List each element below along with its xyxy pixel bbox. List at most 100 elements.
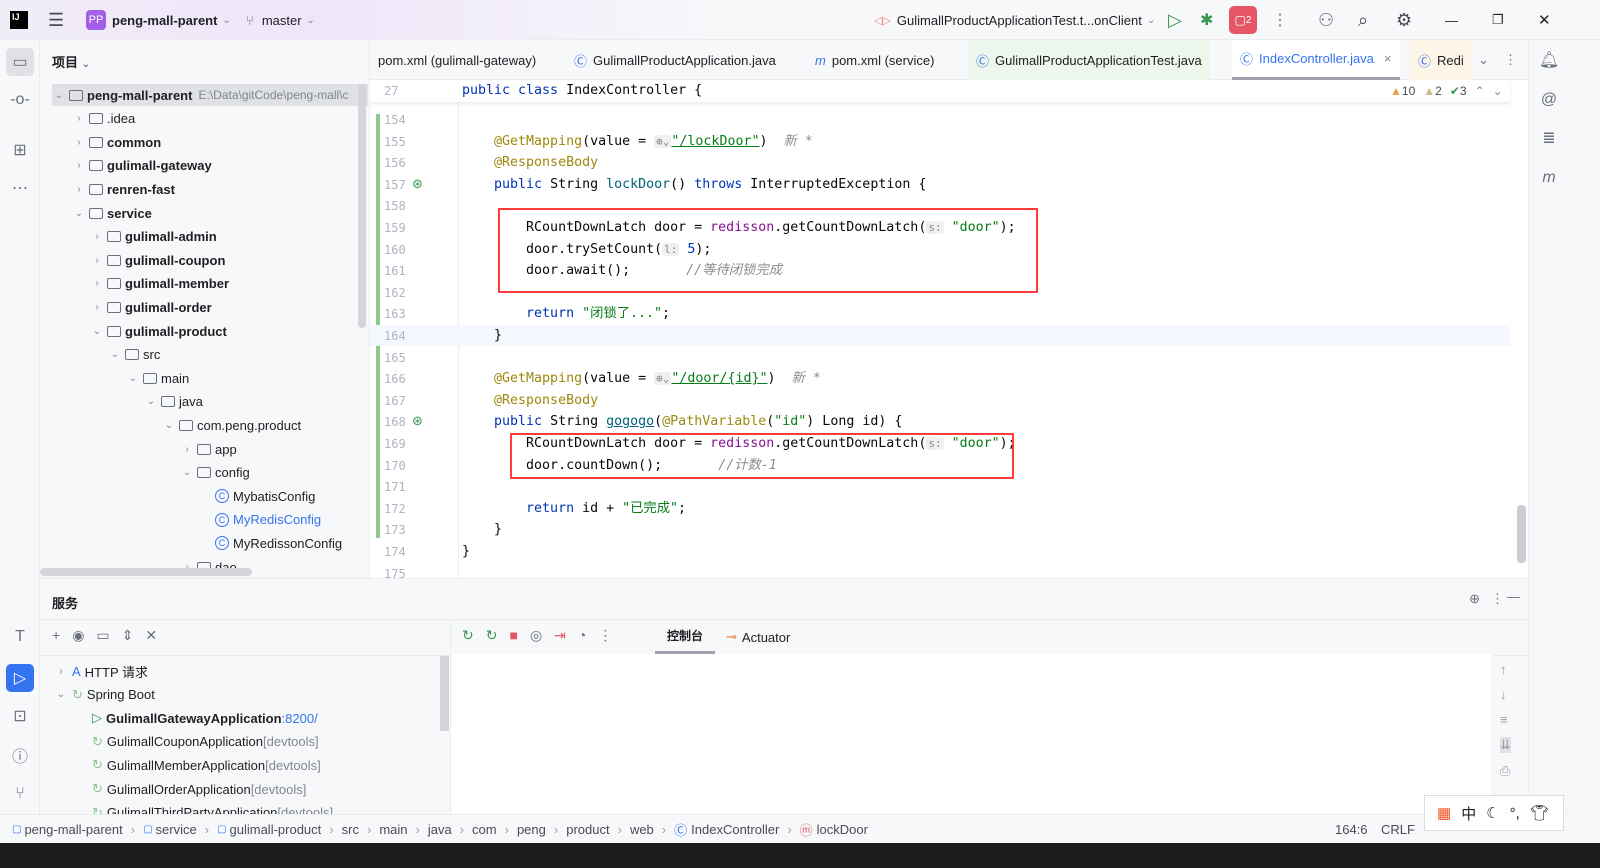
more-icon[interactable]: ⋮ (1491, 591, 1504, 607)
main-menu-icon[interactable]: ☰ (48, 0, 64, 40)
chevron-down-icon[interactable]: ⌄ (90, 326, 104, 337)
exit-icon[interactable]: ⇥ (554, 627, 566, 644)
prev-issue-icon[interactable]: ⌃ (1475, 84, 1485, 98)
services-tool-icon[interactable]: ▷ (6, 664, 34, 692)
chevron-down-icon[interactable]: ⌄ (52, 90, 66, 101)
tree-item[interactable]: › gulimall-coupon (90, 249, 225, 271)
tab-pom-xml-service-[interactable]: m pom.xml (service) (807, 40, 942, 80)
tree-item[interactable]: ⌄ service (72, 202, 152, 224)
chevron-right-icon[interactable]: › (90, 302, 104, 313)
gauge-icon[interactable]: ◔ (578, 627, 586, 644)
wrap-icon[interactable]: ≡ (1500, 712, 1511, 727)
service-item[interactable]: ⌄ ↻ Spring Boot (54, 684, 155, 706)
services-scrollbar[interactable] (440, 656, 449, 731)
chevron-right-icon[interactable]: › (90, 231, 104, 242)
tree-item[interactable]: ⌄ main (126, 367, 189, 389)
breadcrumb-item[interactable]: ▢ peng-mall-parent › (12, 822, 135, 837)
code-line[interactable]: } (462, 519, 502, 540)
more-icon[interactable]: ⋮ (598, 627, 612, 644)
code-line[interactable]: public String lockDoor() throws Interrup… (462, 174, 926, 195)
service-item[interactable]: ▷ GulimallGatewayApplication :8200/ (88, 707, 318, 729)
code-editor[interactable]: 154 155 @GetMapping(value = ⊕⌄ "/lockDoor"… (370, 80, 1528, 578)
service-item[interactable]: › A HTTP 请求 (54, 660, 148, 682)
tree-item[interactable]: C MyRedissonConfig (198, 532, 342, 554)
breadcrumb-item[interactable]: web › (630, 822, 666, 837)
tree-item[interactable]: ⌄ gulimall-product (90, 320, 227, 342)
tree-item[interactable]: ⌄ peng-mall-parent E:\Data\gitCode\peng-ma… (52, 84, 368, 106)
bell-icon[interactable]: 🔔︎ (1537, 48, 1561, 72)
scroll-up-icon[interactable]: ↑ (1500, 662, 1511, 677)
tree-item[interactable]: ⌄ config (180, 462, 250, 484)
spring-endpoint-icon[interactable]: ⊛ (412, 176, 423, 192)
tree-scrollbar[interactable] (358, 84, 366, 328)
line-separator[interactable]: CRLF (1381, 822, 1415, 837)
breadcrumb-item[interactable]: ⓜ lockDoor (800, 820, 868, 839)
scroll-end-icon[interactable]: ⇊ (1500, 737, 1511, 753)
breadcrumb-item[interactable]: main › (379, 822, 420, 837)
chevron-right-icon[interactable]: › (72, 160, 86, 171)
ime-toolbar[interactable]: ▦ 中 ☾ °, 👕︎ (1424, 795, 1564, 831)
project-panel-title[interactable]: 项目 ⌄ (52, 52, 90, 71)
chevron-right-icon[interactable]: › (180, 444, 194, 455)
code-line[interactable]: } (462, 325, 502, 346)
tree-item[interactable]: C MyRedisConfig (198, 509, 321, 531)
run-button[interactable]: ▷ (1168, 0, 1182, 40)
tree-item[interactable]: › gulimall-admin (90, 226, 216, 248)
chevron-down-icon[interactable]: ⌄ (126, 373, 140, 384)
tree-item[interactable]: › .idea (72, 108, 135, 130)
tab-actuator[interactable]: ⊸ Actuator (726, 620, 790, 654)
chevron-down-icon[interactable]: ⌄ (162, 420, 176, 431)
chevron-right-icon[interactable]: › (90, 255, 104, 266)
new-group-icon[interactable]: ▭ (96, 627, 109, 644)
minimize-button[interactable]: — (1445, 0, 1458, 40)
eye-icon[interactable]: ◉ (72, 627, 84, 644)
problems-icon[interactable]: ⓘ (8, 743, 32, 767)
breadcrumb-item[interactable]: com › (472, 822, 509, 837)
tab-list-icon[interactable]: ⌄ (1478, 52, 1489, 68)
structure-icon[interactable]: ⊞ (8, 138, 32, 162)
tree-item[interactable]: ⌄ com.peng.product (162, 414, 301, 436)
close-button[interactable]: ✕ (1538, 0, 1551, 40)
notification-button[interactable]: ▢ 2 (1229, 0, 1257, 40)
maven-icon[interactable]: m (1537, 166, 1561, 190)
target-icon[interactable]: ⊕ (1469, 591, 1480, 607)
service-item[interactable]: ↻ GulimallOrderApplication [devtools] (88, 778, 306, 800)
run-config-selector[interactable]: ◁▷ GulimallProductApplicationTest.t...on… (874, 0, 1155, 40)
code-line[interactable]: return id + "已完成"; (462, 498, 686, 519)
expand-all-icon[interactable]: ⇕ (122, 627, 134, 644)
tab-gulimallproductapplication-java[interactable]: Ⓒ GulimallProductApplication.java (566, 40, 784, 80)
breadcrumb-item[interactable]: ▢ gulimall-product › (217, 822, 334, 837)
breadcrumb-item[interactable]: src › (342, 822, 372, 837)
tab-indexcontroller-java[interactable]: Ⓒ IndexController.java × (1232, 40, 1400, 80)
branch-selector[interactable]: ⑂ master ⌄ (246, 0, 315, 40)
more-icon[interactable]: ⋮ (1504, 52, 1517, 68)
chevron-right-icon[interactable]: › (54, 666, 68, 677)
chevron-down-icon[interactable]: ⌄ (54, 689, 68, 700)
more-tools-icon[interactable]: ⋯ (8, 176, 32, 200)
tab-pom-xml-gulimall-gateway-[interactable]: pom.xml (gulimall-gateway) (370, 40, 544, 80)
git-icon[interactable]: ⑂ (8, 782, 32, 806)
tab-console[interactable]: 控制台 (655, 620, 716, 654)
tree-item[interactable]: › gulimall-gateway (72, 155, 211, 177)
debug-button[interactable]: ✱ (1200, 0, 1213, 40)
build-icon[interactable]: T (8, 625, 32, 649)
tree-item[interactable]: › common (72, 131, 161, 153)
editor-scrollbar[interactable] (1517, 505, 1526, 563)
breadcrumb-item[interactable]: product › (566, 822, 622, 837)
breadcrumb-item[interactable]: java › (428, 822, 464, 837)
chevron-right-icon[interactable]: › (72, 113, 86, 124)
tab-redi[interactable]: Ⓒ Redi (1410, 40, 1472, 80)
tab-gulimallproductapplicationtest-java[interactable]: Ⓒ GulimallProductApplicationTest.java (968, 40, 1210, 80)
code-line[interactable]: @GetMapping(value = ⊕⌄ "/door/{id}") 新 * (462, 368, 821, 389)
breadcrumb-item[interactable]: ▢ service › (143, 822, 209, 837)
tree-item[interactable]: › gulimall-member (90, 273, 229, 295)
more-icon[interactable]: ⋮ (1272, 0, 1288, 40)
console-output[interactable] (451, 654, 1491, 814)
inspection-widget[interactable]: ▲10 ▲2 ✔3 ⌃ ⌄ (1390, 84, 1503, 98)
spring-endpoint-icon[interactable]: ⊛ (412, 413, 423, 429)
chevron-down-icon[interactable]: ⌄ (180, 467, 194, 478)
chevron-right-icon[interactable]: › (72, 184, 86, 195)
scroll-down-icon[interactable]: ↓ (1500, 687, 1511, 702)
service-item[interactable]: ↻ GulimallMemberApplication [devtools] (88, 754, 321, 776)
close-tab-icon[interactable]: × (1384, 51, 1392, 66)
